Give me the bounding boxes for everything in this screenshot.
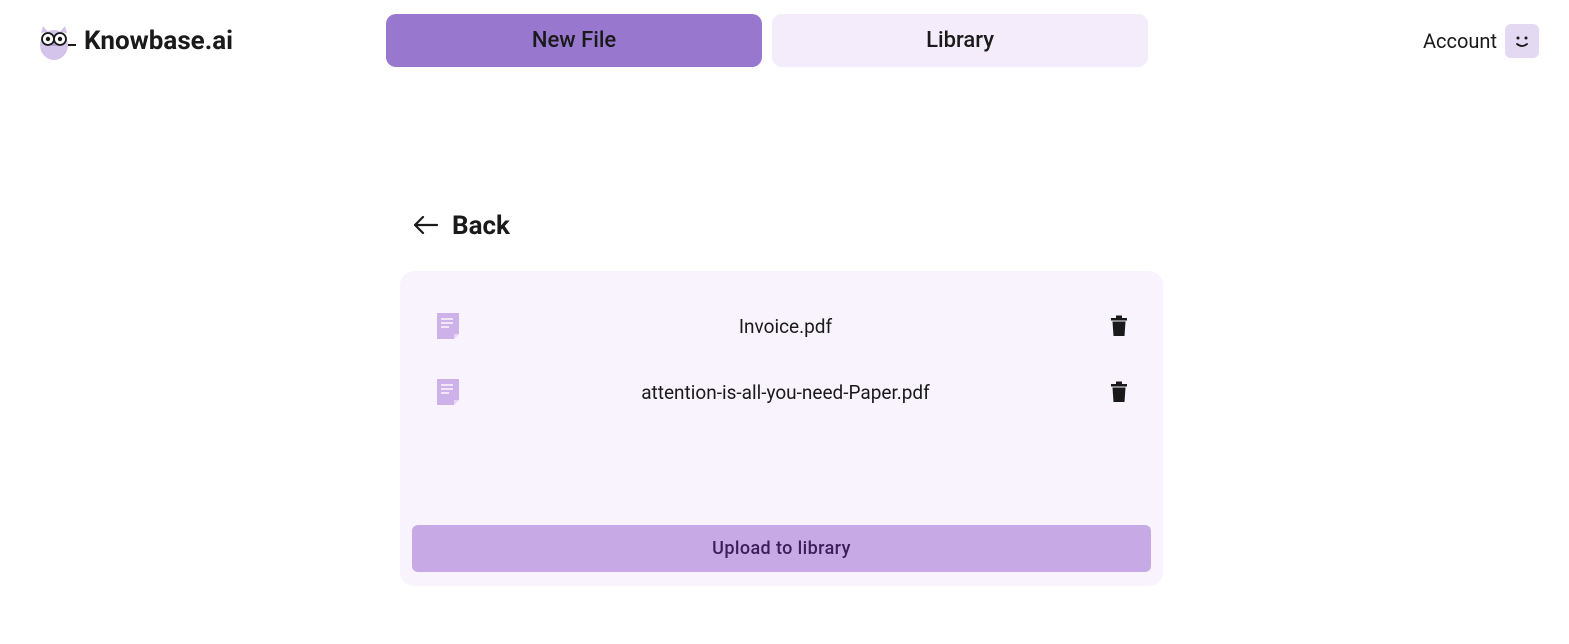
file-panel: Invoice.pdf — [400, 271, 1163, 586]
file-row: attention-is-all-you-need-Paper.pdf — [412, 359, 1151, 425]
trash-icon[interactable] — [1109, 314, 1129, 338]
owl-logo-icon — [30, 17, 78, 65]
account-avatar-icon[interactable] — [1505, 24, 1539, 58]
upload-button[interactable]: Upload to library — [412, 525, 1151, 572]
brand[interactable]: Knowbase.ai — [30, 17, 233, 65]
main-content: Back Invoice.pdf — [400, 81, 1163, 586]
brand-name: Knowbase.ai — [84, 26, 233, 56]
account-section[interactable]: Account — [1423, 24, 1539, 58]
file-name: attention-is-all-you-need-Paper.pdf — [474, 381, 1097, 404]
file-row: Invoice.pdf — [412, 293, 1151, 359]
nav-tabs: New File Library — [386, 14, 1148, 67]
arrow-left-icon — [414, 212, 438, 240]
header: Knowbase.ai New File Library Account — [0, 0, 1569, 81]
document-icon — [434, 377, 462, 407]
file-list: Invoice.pdf — [412, 293, 1151, 525]
back-button[interactable]: Back — [414, 211, 1163, 241]
document-icon — [434, 311, 462, 341]
tab-new-file[interactable]: New File — [386, 14, 762, 67]
account-label: Account — [1423, 29, 1497, 53]
trash-icon[interactable] — [1109, 380, 1129, 404]
file-name: Invoice.pdf — [474, 315, 1097, 338]
back-label: Back — [452, 211, 510, 241]
tab-library[interactable]: Library — [772, 14, 1148, 67]
